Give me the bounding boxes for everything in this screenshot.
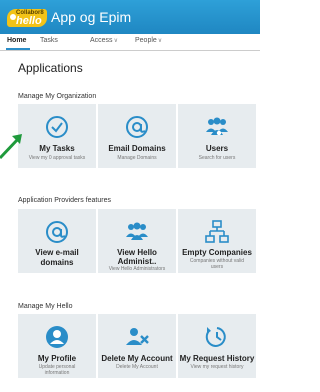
tile-title-line2: domains (40, 258, 74, 267)
logo-main-text: hello (16, 15, 42, 27)
page-title: Applications (18, 61, 83, 75)
tile-subtitle: Manage Domains (117, 155, 157, 161)
tile-view-hello-administrators[interactable]: View Hello Administ.. View Hello Adminis… (98, 209, 176, 273)
nav-active-underline (6, 48, 30, 50)
users-search-icon (206, 117, 228, 136)
tile-users[interactable]: Users Search for users (178, 104, 256, 168)
tile-delete-my-account[interactable]: Delete My Account Delete My Account (98, 314, 176, 378)
annotation-arrow-icon (0, 134, 22, 160)
section-title: Manage My Organization (18, 93, 97, 100)
tile-title: My Profile (37, 354, 77, 363)
check-circle-icon (46, 116, 68, 138)
tile-subtitle: Delete My Account (116, 364, 158, 370)
tile-subtitle-line2: users (210, 264, 224, 270)
nav-tasks[interactable]: Tasks (40, 37, 58, 44)
tile-empty-companies[interactable]: Empty Companies Companies without valid … (178, 209, 256, 273)
nav-access-label: Access (90, 37, 113, 44)
tile-title: My Request History (179, 354, 255, 363)
tile-title: Users (205, 144, 229, 153)
tile-subtitle: Search for users (198, 155, 236, 161)
section-title: Manage My Hello (18, 303, 73, 310)
tile-subtitle: View Hello Administrators (108, 266, 166, 272)
tile-title-line1: View Hello (117, 248, 157, 257)
at-sign-icon (126, 116, 148, 138)
app-title: App og Epim (51, 9, 132, 25)
section-title: Application Providers features (18, 197, 111, 204)
tile-my-profile[interactable]: My Profile Update personal information (18, 314, 96, 378)
at-sign-icon (46, 221, 68, 243)
tile-view-email-domains[interactable]: View e-mail domains (18, 209, 96, 273)
user-delete-icon (126, 328, 149, 345)
chevron-down-icon: ∨ (113, 38, 118, 44)
tile-email-domains[interactable]: Email Domains Manage Domains (98, 104, 176, 168)
top-bar: Collabor8 hello App og Epim (0, 0, 260, 34)
app-logo[interactable]: Collabor8 hello (7, 9, 47, 27)
tile-title-line1: View e-mail (35, 248, 79, 257)
nav-access[interactable]: Access∨ (90, 37, 118, 44)
user-circle-icon (46, 326, 68, 348)
history-icon (205, 327, 226, 347)
tile-title: My Tasks (39, 144, 75, 153)
nav-people[interactable]: People∨ (135, 37, 162, 44)
nav-people-label: People (135, 37, 157, 44)
tile-my-request-history[interactable]: My Request History View my request histo… (178, 314, 256, 378)
tile-subtitle: View my 0 approval tasks (28, 155, 86, 161)
tile-subtitle-line2: information (44, 370, 70, 376)
tile-subtitle: View my request history (190, 364, 244, 370)
org-chart-icon (205, 220, 229, 243)
main-nav: Home Tasks Access∨ People∨ (0, 34, 260, 51)
tile-title-line2: Administ.. (117, 257, 157, 266)
tile-title: Empty Companies (182, 248, 252, 257)
chevron-down-icon: ∨ (157, 38, 163, 44)
tile-title: Email Domains (108, 144, 166, 153)
nav-home[interactable]: Home (7, 37, 26, 44)
tile-title: Delete My Account (101, 354, 173, 363)
tile-my-tasks[interactable]: My Tasks View my 0 approval tasks (18, 104, 96, 168)
users-group-icon (126, 222, 148, 240)
